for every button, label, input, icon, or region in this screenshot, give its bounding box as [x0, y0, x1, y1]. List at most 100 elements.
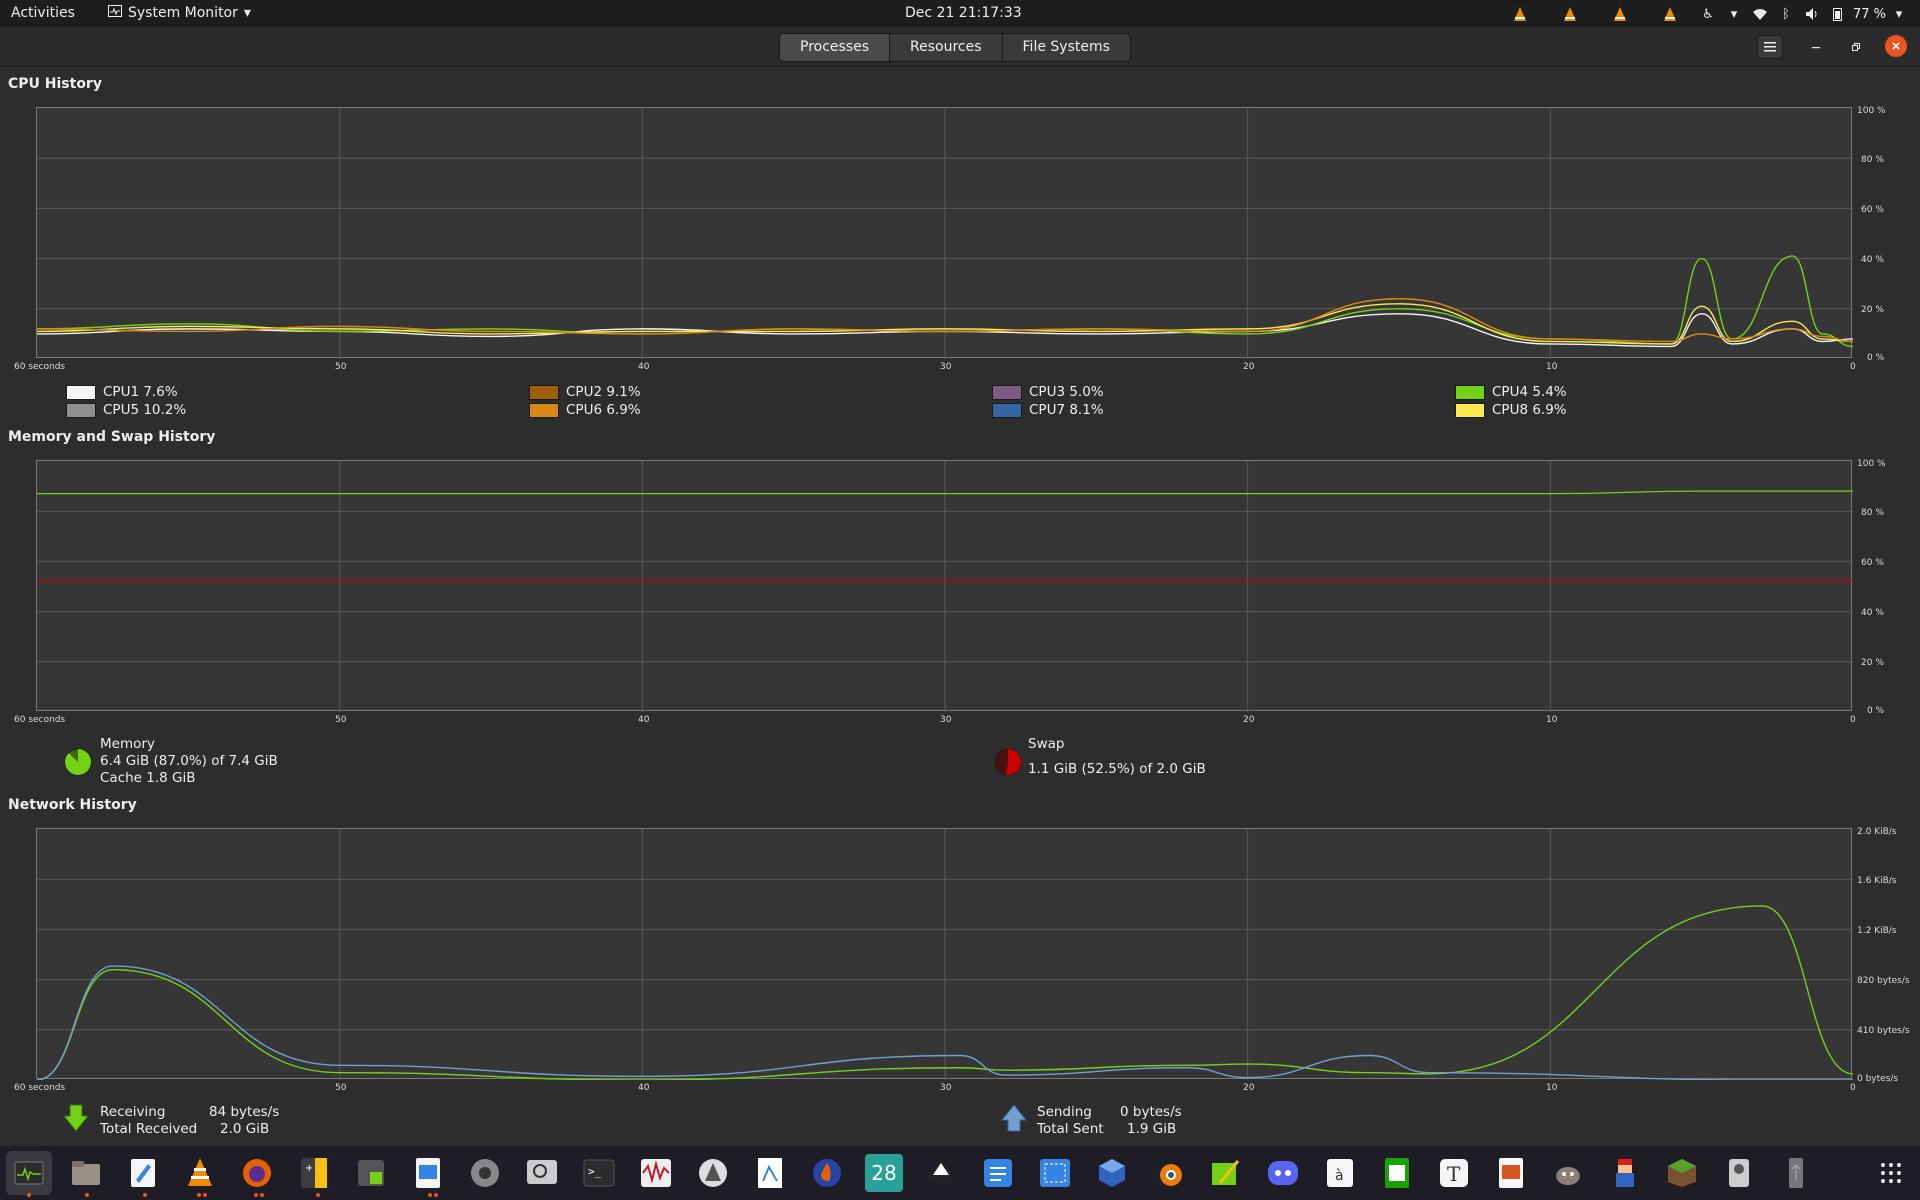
dock-virtualbox[interactable] [1093, 1154, 1131, 1192]
dock-blender[interactable] [1150, 1154, 1188, 1192]
cpu-legend-label: CPU3 5.0% [1029, 384, 1104, 400]
dock-discord[interactable] [1264, 1154, 1302, 1192]
dock-system-monitor[interactable] [6, 1151, 52, 1195]
dock-minecraft[interactable] [1663, 1154, 1701, 1192]
cpu-y-tick: 100 % [1857, 106, 1886, 116]
memory-pie-icon[interactable] [63, 747, 93, 777]
dock-audio-app[interactable] [637, 1154, 675, 1192]
hamburger-menu-button[interactable] [1757, 35, 1783, 59]
dock-screenshot[interactable] [1036, 1154, 1074, 1192]
dock-vlc[interactable] [181, 1154, 219, 1192]
dock-extensions[interactable] [352, 1154, 390, 1192]
cpu-legend-swatch[interactable] [529, 403, 559, 418]
cpu-x-tick: 0 [1850, 362, 1856, 372]
vlc-tray-icon[interactable] [1645, 3, 1695, 25]
character-map-icon: à [1327, 1159, 1353, 1187]
cpu-x-tick: 10 [1546, 362, 1558, 372]
dock-typora[interactable]: T [1435, 1154, 1473, 1192]
app-grid-icon [1881, 1163, 1901, 1183]
vlc-tray-icon[interactable] [1595, 3, 1645, 25]
cpu-x-tick: 50 [335, 362, 347, 372]
cpu-legend-swatch[interactable] [992, 403, 1022, 418]
network-x-tick: 50 [335, 1083, 347, 1093]
dock-mario-game[interactable] [1606, 1154, 1644, 1192]
memory-usage: 6.4 GiB (87.0%) of 7.4 GiB [100, 753, 278, 769]
memory-x-tick: 10 [1546, 715, 1558, 725]
cpu-legend-swatch[interactable] [1455, 385, 1485, 400]
dock-document-viewer[interactable] [751, 1154, 789, 1192]
cpu-legend-swatch[interactable] [529, 385, 559, 400]
dock-tasks[interactable] [979, 1154, 1017, 1192]
minimize-button[interactable] [1806, 37, 1826, 57]
battery-icon[interactable] [1825, 3, 1851, 25]
volume-icon[interactable] [1799, 3, 1825, 25]
dock-software[interactable] [694, 1154, 732, 1192]
firefox-icon [243, 1159, 271, 1187]
chevron-down-icon: ▾ [243, 5, 251, 21]
dock-files[interactable] [67, 1154, 105, 1192]
total-received-value: 2.0 GiB [220, 1121, 270, 1137]
cpu-legend-swatch[interactable] [66, 385, 96, 400]
accessibility-icon[interactable]: ♿ [1695, 3, 1721, 25]
cpu-legend-swatch[interactable] [992, 385, 1022, 400]
fire-icon [813, 1159, 841, 1187]
dock-drawing[interactable] [1207, 1154, 1245, 1192]
virtualbox-icon [1099, 1159, 1125, 1187]
receiving-value: 84 bytes/s [209, 1104, 280, 1120]
cpu-legend-swatch[interactable] [1455, 403, 1485, 418]
swap-pie-icon[interactable] [993, 747, 1023, 777]
clock[interactable]: Dec 21 21:17:33 [905, 5, 1022, 21]
wifi-icon[interactable] [1747, 3, 1773, 25]
memory-history-plot [37, 461, 1853, 712]
inkscape-icon [927, 1159, 955, 1187]
blender-icon [1160, 1164, 1182, 1186]
dock-character-map[interactable]: à [1321, 1154, 1359, 1192]
dock-terminal[interactable]: >_ [580, 1154, 618, 1192]
dock-impress[interactable] [1492, 1154, 1530, 1192]
dock-calc[interactable] [1378, 1154, 1416, 1192]
minecraft-icon [1668, 1159, 1696, 1187]
dock-disk-usage[interactable] [1720, 1154, 1758, 1192]
cpu-legend-label: CPU7 8.1% [1029, 402, 1104, 418]
chevron-down-icon[interactable]: ▾ [1721, 3, 1747, 25]
vlc-tray-icon[interactable] [1495, 3, 1545, 25]
cpu-legend-label: CPU4 5.4% [1492, 384, 1567, 400]
dock-gimp[interactable] [1549, 1154, 1587, 1192]
tab-processes[interactable]: Processes [780, 34, 891, 61]
sending-value: 0 bytes/s [1120, 1104, 1182, 1120]
running-dot [434, 1193, 438, 1197]
activities-button[interactable]: Activities [11, 5, 75, 21]
tab-resources[interactable]: Resources [890, 34, 1003, 61]
dock-fire-app[interactable] [808, 1154, 846, 1192]
show-applications-button[interactable] [1872, 1154, 1910, 1192]
sending-arrow-icon[interactable] [1001, 1104, 1027, 1132]
app-menu[interactable]: System Monitor ▾ [108, 5, 251, 21]
sending-label: Sending [1037, 1104, 1092, 1120]
bluetooth-icon[interactable]: ᛒ [1773, 3, 1799, 25]
cpu-history-graph [36, 107, 1853, 359]
receiving-arrow-icon[interactable] [63, 1104, 89, 1132]
dock-writer[interactable] [409, 1154, 447, 1192]
cpu-y-tick: 60 % [1861, 205, 1884, 215]
running-dot [197, 1193, 201, 1197]
dock-inkscape[interactable] [922, 1154, 960, 1192]
dock-firefox[interactable] [238, 1154, 276, 1192]
close-button[interactable] [1885, 35, 1907, 57]
running-dot [203, 1193, 207, 1197]
tab-file-systems[interactable]: File Systems [1002, 34, 1130, 61]
battery-percent[interactable]: 77 % [1853, 7, 1886, 22]
dock-calendar[interactable]: 28 [865, 1154, 903, 1192]
vlc-tray-icon[interactable] [1545, 3, 1595, 25]
dock-text-editor[interactable] [124, 1154, 162, 1192]
dock-calculator[interactable]: + [295, 1154, 333, 1192]
screenshot-icon [1040, 1159, 1070, 1187]
dock-settings[interactable] [466, 1154, 504, 1192]
running-dot [260, 1193, 264, 1197]
network-history-plot [37, 829, 1853, 1080]
chevron-down-icon[interactable]: ▾ [1886, 3, 1912, 25]
dock-usb-drive[interactable] [1777, 1154, 1815, 1192]
cpu-legend-swatch[interactable] [66, 403, 96, 418]
restore-button[interactable] [1846, 37, 1866, 57]
dock-image-viewer[interactable] [523, 1154, 561, 1192]
swap-label: Swap [1028, 736, 1065, 752]
